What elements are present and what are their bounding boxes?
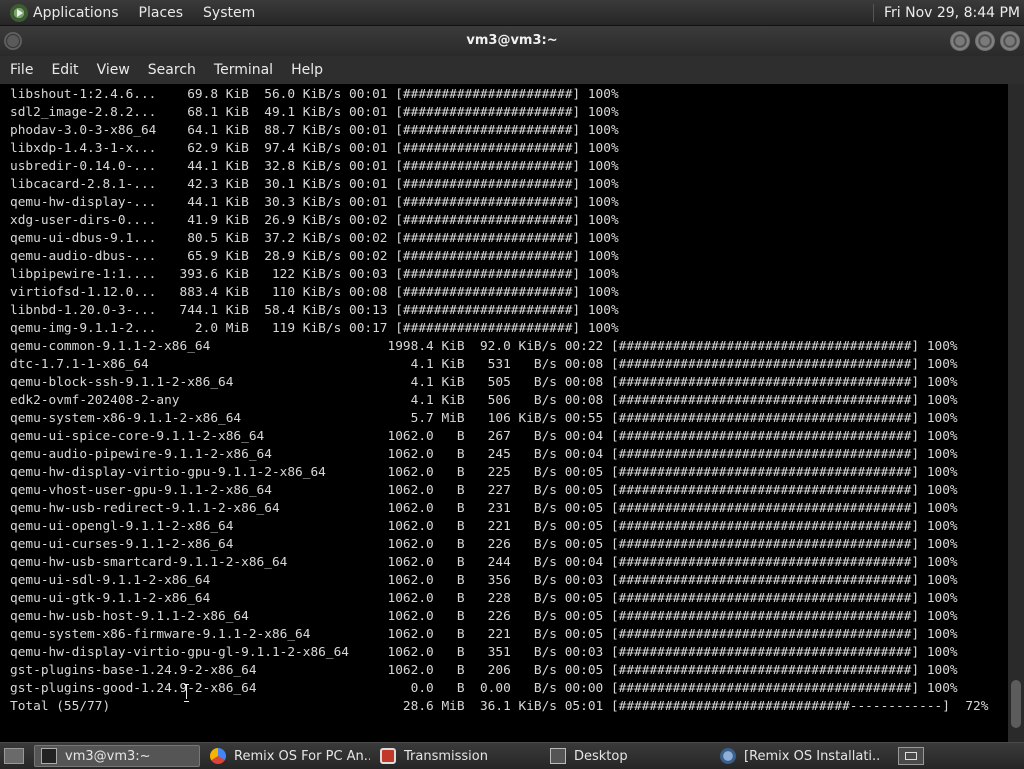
terminal-line: dtc-1.7.1-1-x86_64 4.1 KiB 531 B/s 00:08… (10, 357, 958, 372)
top-panel: Applications Places System Fri Nov 29, 8… (0, 0, 1024, 26)
terminal-line: Total (55/77) 28.6 MiB 36.1 KiB/s 05:01 … (10, 699, 989, 714)
terminal-icon (41, 748, 57, 764)
menu-help[interactable]: Help (291, 62, 323, 78)
menu-search[interactable]: Search (148, 62, 196, 78)
terminal-line: qemu-vhost-user-gpu-9.1.1-2-x86_64 1062.… (10, 483, 958, 498)
task-messenger[interactable]: [Remix OS Installati... (714, 745, 880, 767)
task-label: Transmission (404, 748, 488, 764)
task-label: Desktop (574, 748, 628, 764)
terminal-line: qemu-ui-dbus-9.1... 80.5 KiB 37.2 KiB/s … (10, 231, 619, 246)
applications-menu-icon[interactable] (10, 3, 28, 22)
places-menu[interactable]: Places (139, 5, 184, 21)
scrollbar-thumb[interactable] (1011, 680, 1021, 728)
terminal-line: qemu-img-9.1.1-2... 2.0 MiB 119 KiB/s 00… (10, 321, 619, 336)
terminal-line: qemu-ui-sdl-9.1.1-2-x86_64 1062.0 B 356 … (10, 573, 958, 588)
applications-menu[interactable]: Applications (33, 5, 119, 21)
top-panel-right: Fri Nov 29, 8:44 PM (872, 0, 1020, 25)
task-label: [Remix OS Installati... (744, 748, 880, 764)
terminal-line: qemu-hw-display-virtio-gpu-9.1.1-2-x86_6… (10, 465, 958, 480)
terminal-line: qemu-system-x86-9.1.1-2-x86_64 5.7 MiB 1… (10, 411, 958, 426)
terminal-line: qemu-system-x86-firmware-9.1.1-2-x86_64 … (10, 627, 958, 642)
menu-edit[interactable]: Edit (51, 62, 78, 78)
task-terminal[interactable]: vm3@vm3:~ (34, 745, 200, 767)
terminal-line: qemu-audio-dbus-... 65.9 KiB 28.9 KiB/s … (10, 249, 619, 264)
task-label: Remix OS For PC An... (234, 748, 370, 764)
terminal-line: qemu-hw-display-virtio-gpu-gl-9.1.1-2-x8… (10, 645, 958, 660)
terminal-line: libxdp-1.4.3-1-x... 62.9 KiB 97.4 KiB/s … (10, 141, 619, 156)
terminal-output[interactable]: libshout-1:2.4.6... 69.8 KiB 56.0 KiB/s … (0, 84, 1008, 742)
taskbar: vm3@vm3:~ Remix OS For PC An... Transmis… (0, 742, 1024, 769)
terminal-line: sdl2_image-2.8.2... 68.1 KiB 49.1 KiB/s … (10, 105, 619, 120)
panel-separator (872, 3, 874, 22)
terminal-line: xdg-user-dirs-0.... 41.9 KiB 26.9 KiB/s … (10, 213, 619, 228)
terminal-line: usbredir-0.14.0-... 44.1 KiB 32.8 KiB/s … (10, 159, 619, 174)
task-label: vm3@vm3:~ (65, 748, 151, 764)
system-menu[interactable]: System (203, 5, 255, 21)
terminal-line: virtiofsd-1.12.0... 883.4 KiB 110 KiB/s … (10, 285, 619, 300)
chrome-icon (210, 748, 226, 764)
terminal-line: gst-plugins-base-1.24.9-2-x86_64 1062.0 … (10, 663, 958, 678)
terminal-line: qemu-hw-usb-host-9.1.1-2-x86_64 1062.0 B… (10, 609, 958, 624)
task-browser[interactable]: Remix OS For PC An... (204, 745, 370, 767)
terminal-line: edk2-ovmf-202408-2-any 4.1 KiB 506 B/s 0… (10, 393, 958, 408)
transmission-icon (380, 748, 396, 764)
terminal-line: qemu-hw-usb-smartcard-9.1.1-2-x86_64 106… (10, 555, 958, 570)
terminal-line: qemu-common-9.1.1-2-x86_64 1998.4 KiB 92… (10, 339, 958, 354)
menu-view[interactable]: View (97, 62, 130, 78)
clock[interactable]: Fri Nov 29, 8:44 PM (884, 5, 1020, 21)
terminal-line: qemu-audio-pipewire-9.1.1-2-x86_64 1062.… (10, 447, 958, 462)
terminal-line: libnbd-1.20.0-3-... 744.1 KiB 58.4 KiB/s… (10, 303, 619, 318)
terminal-line: qemu-ui-spice-core-9.1.1-2-x86_64 1062.0… (10, 429, 958, 444)
task-transmission[interactable]: Transmission (374, 745, 540, 767)
maximize-button[interactable] (975, 31, 995, 51)
terminal-line: phodav-3.0-3-x86_64 64.1 KiB 88.7 KiB/s … (10, 123, 619, 138)
terminal-scrollbar[interactable] (1008, 84, 1024, 742)
terminal-line: libshout-1:2.4.6... 69.8 KiB 56.0 KiB/s … (10, 87, 619, 102)
terminal-line: qemu-ui-gtk-9.1.1-2-x86_64 1062.0 B 228 … (10, 591, 958, 606)
task-desktop[interactable]: Desktop (544, 745, 710, 767)
terminal-text: libshout-1:2.4.6... 69.8 KiB 56.0 KiB/s … (0, 84, 1008, 716)
terminal-menubar: File Edit View Search Terminal Help (0, 56, 1024, 84)
window-title: vm3@vm3:~ (466, 33, 558, 48)
messenger-icon (720, 748, 736, 764)
window-titlebar[interactable]: vm3@vm3:~ (0, 26, 1024, 56)
tray-screen-icon[interactable] (898, 747, 924, 765)
terminal-line: qemu-block-ssh-9.1.1-2-x86_64 4.1 KiB 50… (10, 375, 958, 390)
terminal-line: qemu-ui-curses-9.1.1-2-x86_64 1062.0 B 2… (10, 537, 958, 552)
terminal-line: libpipewire-1:1.... 393.6 KiB 122 KiB/s … (10, 267, 619, 282)
terminal-line: gst-plugins-good-1.24.9-2-x86_64 0.0 B 0… (10, 681, 958, 696)
terminal-line: qemu-hw-display-... 44.1 KiB 30.3 KiB/s … (10, 195, 619, 210)
terminal-line: qemu-hw-usb-redirect-9.1.1-2-x86_64 1062… (10, 501, 958, 516)
show-desktop-button[interactable] (4, 748, 24, 764)
menu-file[interactable]: File (10, 62, 33, 78)
menu-terminal[interactable]: Terminal (214, 62, 273, 78)
minimize-button[interactable] (950, 31, 970, 51)
terminal-line: qemu-ui-opengl-9.1.1-2-x86_64 1062.0 B 2… (10, 519, 958, 534)
terminal-line: libcacard-2.8.1-... 42.3 KiB 30.1 KiB/s … (10, 177, 619, 192)
folder-icon (550, 748, 566, 764)
close-button[interactable] (1000, 31, 1020, 51)
